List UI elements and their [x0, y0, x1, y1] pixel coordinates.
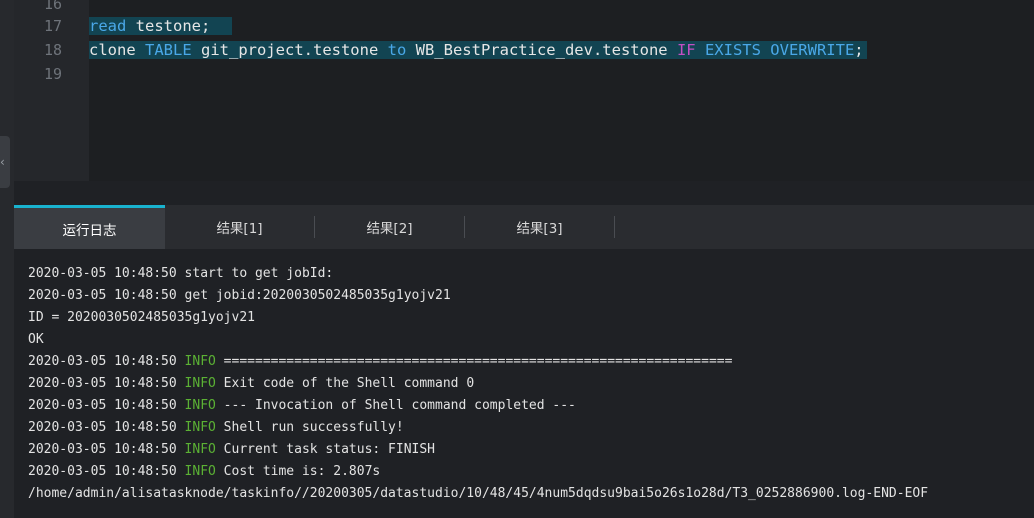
keyword-to: to [387, 41, 407, 59]
code-area[interactable]: read testone; clone TABLE git_project.te… [89, 0, 1034, 181]
tab-result-1[interactable]: 结果[1] [165, 205, 314, 249]
keyword-read: read [89, 17, 127, 35]
log-message: Exit code of the Shell command 0 [215, 376, 475, 391]
log-level: INFO [176, 442, 216, 457]
log-message: ========================================… [215, 354, 733, 369]
log-timestamp: 2020-03-05 10:48:50 [28, 354, 177, 369]
log-level: INFO [176, 354, 216, 369]
log-timestamp: 2020-03-05 10:48:50 [28, 266, 177, 281]
line-number: 17 [43, 17, 62, 35]
keyword-overwrite: OVERWRITE [770, 41, 855, 59]
log-message: Shell run successfully! [215, 420, 404, 435]
tab-run-log[interactable]: 运行日志 [14, 205, 165, 249]
log-line: 2020-03-05 10:48:50 INFO --- Invocation … [28, 395, 1034, 417]
code-line-17[interactable]: read testone; [89, 14, 232, 38]
log-line: 2020-03-05 10:48:50 get jobid:2020030502… [28, 285, 1034, 307]
code-text: git_project.testone [191, 41, 388, 59]
keyword-exists: EXISTS [704, 41, 761, 59]
log-message: get jobid:2020030502485035g1yojv21 [176, 288, 451, 303]
log-timestamp: 2020-03-05 10:48:50 [28, 288, 177, 303]
keyword-if: IF [676, 41, 696, 59]
log-level: INFO [176, 376, 216, 391]
collapse-panel-handle[interactable]: ‹ [0, 136, 10, 188]
tabbar-spacer [615, 205, 1034, 249]
log-line: 2020-03-05 10:48:50 start to get jobId: [28, 263, 1034, 285]
log-timestamp: 2020-03-05 10:48:50 [28, 442, 177, 457]
editor-divider [14, 181, 1034, 205]
code-text: clone [89, 41, 145, 59]
log-message: --- Invocation of Shell command complete… [215, 398, 576, 413]
code-text: testone; [126, 17, 211, 35]
line-number-gutter: 16 17 18 19 [14, 0, 89, 181]
log-line: ID = 2020030502485035g1yojv21 [28, 307, 1034, 329]
line-number: 19 [43, 65, 62, 83]
log-line: 2020-03-05 10:48:50 INFO Cost time is: 2… [28, 461, 1034, 483]
code-text: ; [854, 41, 864, 59]
log-line: OK [28, 329, 1034, 351]
left-panel-strip [0, 0, 14, 518]
log-timestamp: 2020-03-05 10:48:50 [28, 420, 177, 435]
log-level: INFO [176, 420, 216, 435]
log-line: 2020-03-05 10:48:50 INFO ===============… [28, 351, 1034, 373]
keyword-table: TABLE [145, 41, 192, 59]
run-log-panel[interactable]: 2020-03-05 10:48:50 start to get jobId: … [14, 249, 1034, 518]
log-message: ID = 2020030502485035g1yojv21 [28, 310, 255, 325]
log-level: INFO [176, 398, 216, 413]
log-message: OK [28, 332, 44, 347]
result-tabs: 运行日志 结果[1] 结果[2] 结果[3] [14, 205, 1034, 249]
chevron-left-icon: ‹ [0, 155, 5, 169]
log-message: Cost time is: 2.807s [215, 464, 381, 479]
code-text: WB_BestPractice_dev.testone [406, 41, 677, 59]
log-level: INFO [176, 464, 216, 479]
log-timestamp: 2020-03-05 10:48:50 [28, 398, 177, 413]
tab-result-3[interactable]: 结果[3] [465, 205, 614, 249]
log-line: 2020-03-05 10:48:50 INFO Exit code of th… [28, 373, 1034, 395]
code-line-18[interactable]: clone TABLE git_project.testone to WB_Be… [89, 38, 867, 62]
log-timestamp: 2020-03-05 10:48:50 [28, 464, 177, 479]
line-number: 18 [43, 41, 62, 59]
log-message: start to get jobId: [176, 266, 334, 281]
code-editor[interactable]: 16 17 18 19 read testone; clone TABLE gi… [14, 0, 1034, 181]
tab-result-2[interactable]: 结果[2] [315, 205, 464, 249]
log-line: 2020-03-05 10:48:50 INFO Shell run succe… [28, 417, 1034, 439]
log-message: /home/admin/alisatasknode/taskinfo//2020… [28, 486, 929, 501]
log-line: 2020-03-05 10:48:50 INFO Current task st… [28, 439, 1034, 461]
log-message: Current task status: FINISH [215, 442, 436, 457]
log-timestamp: 2020-03-05 10:48:50 [28, 376, 177, 391]
log-line: /home/admin/alisatasknode/taskinfo//2020… [28, 483, 1034, 505]
